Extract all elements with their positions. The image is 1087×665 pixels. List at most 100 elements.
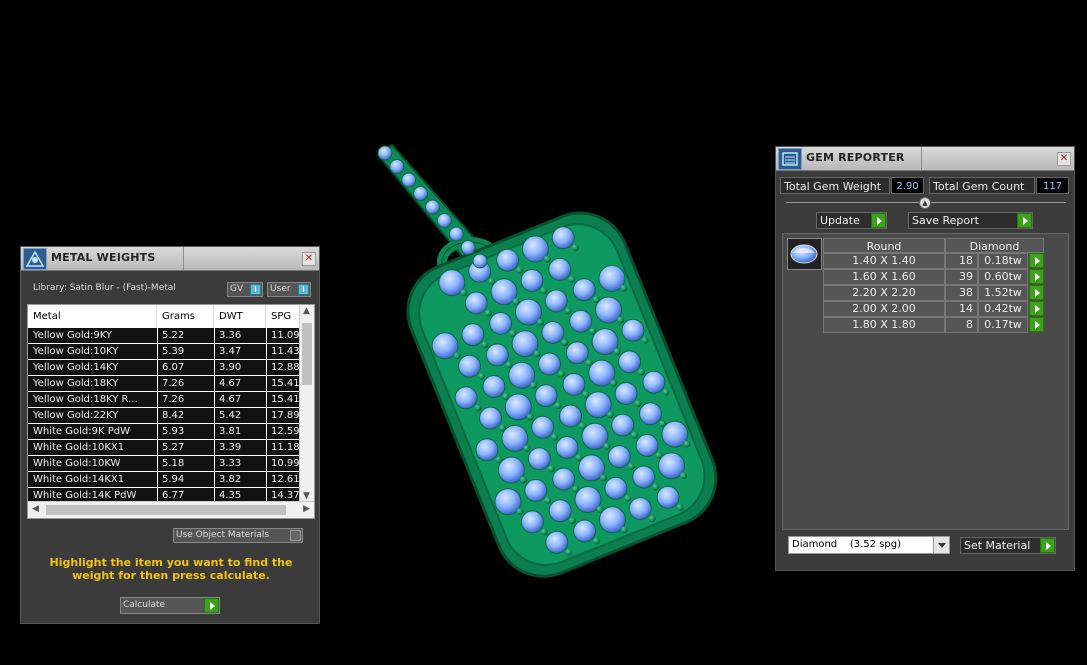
scroll-up-icon[interactable]: ▲ [303, 306, 310, 316]
pave-gem [614, 382, 638, 405]
metal-bead [568, 275, 576, 283]
table-row[interactable]: Yellow Gold:18KY 7.26 4.67 15.41 [28, 376, 300, 392]
table-row[interactable]: Yellow Gold:22KY 8.42 5.42 17.89 [28, 408, 300, 424]
gem-count-cell: 39 [945, 269, 978, 285]
horizontal-scroll-thumb[interactable] [46, 505, 286, 515]
update-button[interactable]: Update [816, 212, 887, 229]
gv-label: GV [230, 284, 244, 294]
metal-bead [540, 528, 548, 536]
metal-bead [620, 526, 628, 534]
bail-gem [472, 253, 488, 269]
pave-gem [611, 413, 635, 437]
metal-bead [533, 350, 541, 358]
pave-gem [562, 372, 586, 396]
pave-gem [621, 318, 645, 342]
column-header-dwt[interactable]: DWT [214, 305, 266, 328]
round-diamond-thumbnail-icon[interactable] [787, 238, 822, 270]
cell-spg: 11.18 [271, 442, 300, 453]
pave-gem [565, 341, 589, 365]
pave-gem [485, 343, 509, 367]
column-header-spg[interactable]: SPG [266, 305, 300, 328]
metal-bead [516, 266, 524, 274]
select-gem-play-icon[interactable] [1029, 285, 1044, 300]
table-row[interactable]: Yellow Gold:10KY 5.39 3.47 11.43 [28, 344, 300, 360]
vertical-scrollbar[interactable]: ▲ ▼ [299, 305, 314, 502]
column-header-metal[interactable]: Metal [28, 305, 157, 328]
set-material-play-icon[interactable] [1040, 538, 1055, 553]
pave-gem [458, 354, 481, 378]
user-toggle[interactable]: User I [267, 282, 311, 297]
metal-bead [676, 503, 684, 511]
metal-bead [613, 348, 621, 356]
pave-gem [628, 497, 652, 521]
gem-count-cell: 8 [945, 317, 978, 333]
chevron-down-icon[interactable] [933, 537, 949, 553]
use-object-materials-checkbox[interactable]: Use Object Materials [173, 528, 303, 543]
calculate-button[interactable]: Calculate [120, 597, 220, 614]
cell-dwt: 4.67 [219, 394, 242, 405]
select-gem-play-icon[interactable] [1029, 301, 1044, 316]
cell-grams: 5.94 [162, 474, 185, 485]
title-separator [921, 147, 922, 171]
set-material-button[interactable]: Set Material [960, 537, 1056, 554]
checkbox-icon[interactable] [290, 530, 301, 541]
gem-reporter-panel: GEM REPORTER ✕ Total Gem Weight 2.90 Tot… [775, 146, 1075, 571]
metal-bead [564, 307, 572, 315]
table-row[interactable]: White Gold:10KW 5.18 3.33 10.99 [28, 456, 300, 472]
pave-gem [618, 350, 641, 374]
cell-metal: Yellow Gold:10KY [33, 346, 119, 357]
table-row[interactable]: Yellow Gold:9KY 5.22 3.36 11.09 [28, 328, 300, 344]
metal-bead [526, 413, 534, 421]
gv-toggle-icon: I [250, 284, 261, 295]
gem-shape-header: Round [823, 238, 945, 253]
cell-dwt: 3.81 [219, 426, 242, 437]
select-gem-play-icon[interactable] [1029, 269, 1044, 284]
metal-bead [634, 400, 642, 407]
save-report-label: Save Report [912, 214, 979, 227]
vertical-scroll-thumb[interactable] [302, 323, 312, 385]
metal-bead [561, 339, 569, 346]
metal-bead [568, 517, 576, 525]
scroll-down-icon[interactable]: ▼ [303, 491, 310, 501]
pave-gem [520, 510, 544, 534]
table-row[interactable]: White Gold:14KX1 5.94 3.82 12.61 [28, 472, 300, 488]
user-label: User [270, 284, 291, 294]
table-row[interactable]: Yellow Gold:14KY 6.07 3.90 12.88 [28, 360, 300, 376]
save-report-play-icon[interactable] [1017, 213, 1032, 228]
gem-weight-cell: 0.42tw [978, 301, 1028, 317]
total-gem-weight-label: Total Gem Weight [780, 177, 890, 194]
save-report-button[interactable]: Save Report [908, 212, 1033, 229]
scroll-right-icon[interactable]: ▶ [303, 504, 310, 514]
column-header-grams[interactable]: Grams [157, 305, 214, 328]
select-gem-play-icon[interactable] [1029, 317, 1044, 332]
gem-reporter-titlebar[interactable]: GEM REPORTER ✕ [776, 147, 1074, 171]
gem-reporter-close-button[interactable]: ✕ [1057, 152, 1071, 166]
cell-dwt: 3.33 [219, 458, 242, 469]
metal-weights-close-button[interactable]: ✕ [302, 252, 316, 266]
horizontal-scrollbar[interactable]: ◀ ▶ [28, 501, 314, 518]
gv-toggle[interactable]: GV I [227, 282, 263, 297]
table-row[interactable]: White Gold:10KX1 5.27 3.39 11.18 [28, 440, 300, 456]
user-toggle-icon: I [298, 284, 309, 295]
cell-metal: White Gold:10KW [33, 458, 121, 469]
calculate-play-icon[interactable] [204, 598, 219, 613]
update-play-icon[interactable] [871, 213, 886, 228]
select-gem-play-icon[interactable] [1029, 253, 1044, 268]
material-select[interactable]: Diamond (3.52 spg) [788, 536, 950, 554]
gem-size-cell: 1.40 X 1.40 [823, 253, 945, 269]
table-row[interactable]: Yellow Gold:18KY R... 7.26 4.67 15.41 [28, 392, 300, 408]
metal-weights-panel: METAL WEIGHTS ✕ Library: Satin Blur - (F… [20, 246, 320, 624]
metal-bead [620, 284, 628, 292]
library-label: Library: Satin Blur - (Fast)-Metal [33, 283, 176, 293]
metal-table[interactable]: Metal Grams DWT SPG Yellow Gold:9KY 5.22 3… [27, 304, 315, 519]
pave-gem [607, 445, 631, 469]
collapse-icon[interactable]: ▲ [919, 197, 931, 209]
metal-bead [617, 316, 625, 324]
cell-grams: 5.27 [162, 442, 185, 453]
metal-bead [662, 388, 670, 396]
pave-gem [559, 404, 582, 428]
scroll-left-icon[interactable]: ◀ [32, 504, 39, 514]
metal-weights-titlebar[interactable]: METAL WEIGHTS ✕ [21, 247, 319, 271]
table-row[interactable]: White Gold:9K PdW 5.93 3.81 12.59 [28, 424, 300, 440]
cell-spg: 11.09 [271, 330, 300, 341]
